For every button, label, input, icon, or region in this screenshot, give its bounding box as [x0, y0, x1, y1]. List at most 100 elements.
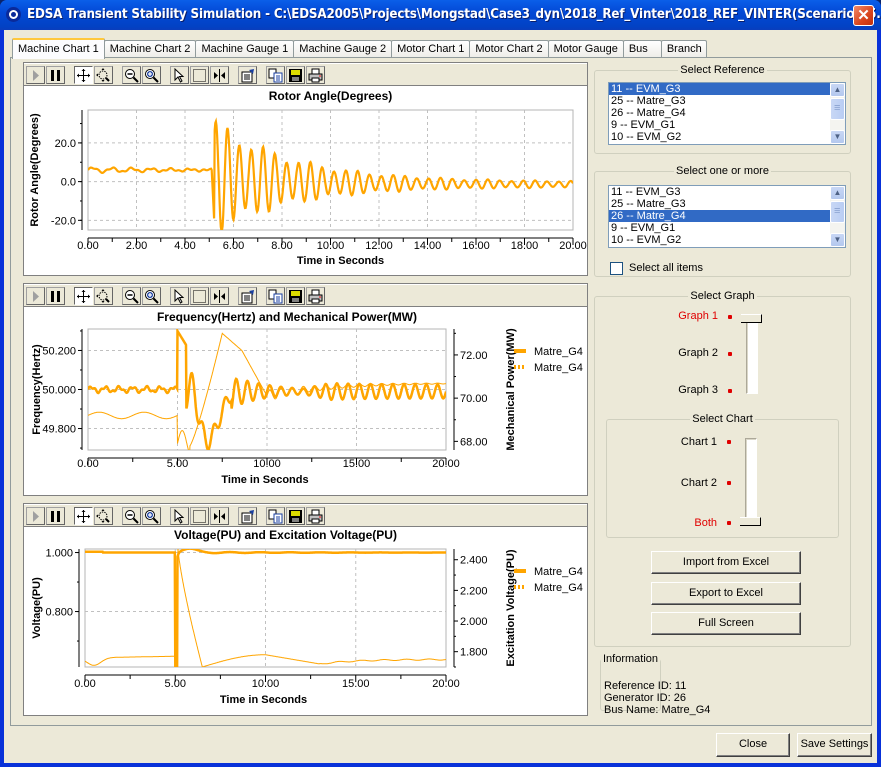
y-tick-label: 20.0	[55, 138, 76, 150]
legend-label: Matre_G4	[534, 362, 583, 374]
both-option[interactable]: Both	[657, 517, 717, 529]
save-button[interactable]	[286, 507, 305, 525]
list-item[interactable]: 26 -- Matre_G4	[609, 210, 830, 222]
export-to-excel-button[interactable]: Export to Excel	[651, 582, 801, 605]
zoom-region-button[interactable]	[94, 287, 113, 305]
scroll-up-icon[interactable]: ▲	[830, 83, 845, 97]
chart-1-tick	[727, 440, 731, 444]
scroll-down-icon[interactable]: ▼	[830, 130, 845, 144]
zoom-out-icon	[125, 509, 139, 524]
play-button[interactable]	[26, 507, 45, 525]
pause-button[interactable]	[46, 66, 65, 84]
copy-button[interactable]	[266, 287, 285, 305]
list-item[interactable]: 11 -- EVM_G3	[609, 83, 830, 95]
list-item[interactable]: 10 -- EVM_G2	[609, 131, 830, 143]
reference-listbox[interactable]: 11 -- EVM_G3 25 -- Matre_G3 26 -- Matre_G4…	[608, 82, 846, 145]
save-icon	[289, 289, 302, 303]
pointer-button[interactable]	[170, 507, 189, 525]
chart-svg: Rotor Angle(Degrees) -20.0 0.0 20.0 Rotor An…	[29, 89, 587, 267]
marker-button[interactable]	[210, 287, 229, 305]
properties-button[interactable]	[238, 287, 257, 305]
select-rect-button[interactable]	[190, 507, 209, 525]
chart-3[interactable]: Voltage(PU) and Excitation Voltage(PU) 0.…	[24, 527, 587, 716]
pan-icon	[77, 289, 90, 303]
pan-button[interactable]	[74, 66, 93, 84]
graph-slider-thumb[interactable]	[741, 314, 762, 323]
select-rect-button[interactable]	[190, 287, 209, 305]
generator-multi-listbox[interactable]: 11 -- EVM_G3 25 -- Matre_G3 26 -- Matre_G4…	[608, 185, 846, 248]
pointer-icon	[174, 67, 185, 83]
chart-slider-thumb[interactable]	[740, 517, 761, 526]
x-tick-label: 0.00	[74, 678, 95, 690]
marker-button[interactable]	[210, 66, 229, 84]
pause-button[interactable]	[46, 507, 65, 525]
chart-1[interactable]: Rotor Angle(Degrees) -20.0 0.0 20.0 Rotor An…	[24, 86, 587, 276]
chart-slider-track[interactable]	[745, 438, 757, 524]
save-button[interactable]	[286, 66, 305, 84]
marker-button[interactable]	[210, 507, 229, 525]
scroll-thumb[interactable]	[830, 201, 845, 223]
copy-button[interactable]	[266, 507, 285, 525]
print-button[interactable]	[306, 66, 325, 84]
select-all-label[interactable]: Select all items	[629, 262, 703, 274]
list-item[interactable]: 25 -- Matre_G3	[609, 95, 830, 107]
save-settings-button[interactable]: Save Settings	[797, 733, 872, 757]
window-close-button[interactable]: ✕	[853, 5, 874, 26]
list-item[interactable]: 25 -- Matre_G3	[609, 198, 830, 210]
zoom-region-button[interactable]	[94, 507, 113, 525]
scroll-down-icon[interactable]: ▼	[830, 233, 845, 247]
graph-2-option[interactable]: Graph 2	[658, 347, 718, 359]
zoom-in-icon	[145, 68, 159, 83]
list-item[interactable]: 26 -- Matre_G4	[609, 107, 830, 119]
scroll-up-icon[interactable]: ▲	[830, 186, 845, 200]
chart-1-option[interactable]: Chart 1	[657, 436, 717, 448]
zoom-out-button[interactable]	[122, 507, 141, 525]
properties-button[interactable]	[238, 66, 257, 84]
select-rect-button[interactable]	[190, 66, 209, 84]
chart-2[interactable]: Frequency(Hertz) and Mechanical Power(MW…	[24, 307, 587, 496]
plot-area	[84, 548, 447, 668]
graph-1-option[interactable]: Graph 1	[658, 310, 718, 322]
full-screen-button[interactable]: Full Screen	[651, 612, 801, 635]
pause-button[interactable]	[46, 287, 65, 305]
properties-button[interactable]	[238, 507, 257, 525]
zoom-in-button[interactable]	[142, 66, 161, 84]
scroll-thumb[interactable]	[830, 98, 845, 120]
copy-button[interactable]	[266, 66, 285, 84]
pointer-button[interactable]	[170, 287, 189, 305]
scrollbar[interactable]: ▲▼	[830, 83, 845, 144]
list-item[interactable]: 9 -- EVM_G1	[609, 119, 830, 131]
print-button[interactable]	[306, 507, 325, 525]
print-button[interactable]	[306, 287, 325, 305]
pan-button[interactable]	[74, 507, 93, 525]
import-from-excel-button[interactable]: Import from Excel	[651, 551, 801, 574]
x-axis-label: Time in Seconds	[220, 694, 307, 706]
list-item[interactable]: 11 -- EVM_G3	[609, 186, 830, 198]
play-button[interactable]	[26, 66, 45, 84]
graph-slider-track[interactable]	[746, 318, 758, 394]
chart-2-option[interactable]: Chart 2	[657, 477, 717, 489]
pan-button[interactable]	[74, 287, 93, 305]
y2-tick-label: 1.800	[460, 647, 488, 659]
information-label: Information	[603, 653, 659, 665]
save-button[interactable]	[286, 287, 305, 305]
zoom-in-button[interactable]	[142, 507, 161, 525]
play-button[interactable]	[26, 287, 45, 305]
zoom-out-button[interactable]	[122, 287, 141, 305]
tab-panel-machine-chart-1: Rotor Angle(Degrees) -20.0 0.0 20.0 Rotor An…	[10, 57, 872, 726]
y-tick-label: 1.000	[45, 548, 73, 560]
pan-icon	[77, 509, 90, 523]
list-item[interactable]: 9 -- EVM_G1	[609, 222, 830, 234]
scrollbar[interactable]: ▲▼	[830, 186, 845, 247]
close-button[interactable]: Close	[716, 733, 790, 757]
list-item[interactable]: 10 -- EVM_G2	[609, 234, 830, 246]
graph-3-option[interactable]: Graph 3	[658, 384, 718, 396]
select-all-checkbox[interactable]	[610, 262, 623, 275]
zoom-in-button[interactable]	[142, 287, 161, 305]
tab-machine-chart-1[interactable]: Machine Chart 1	[12, 38, 105, 59]
pointer-button[interactable]	[170, 66, 189, 84]
zoom-region-button[interactable]	[94, 66, 113, 84]
x-tick-label: 10.00	[253, 458, 281, 470]
select-chart-group: Select Chart	[606, 413, 839, 538]
zoom-out-button[interactable]	[122, 66, 141, 84]
